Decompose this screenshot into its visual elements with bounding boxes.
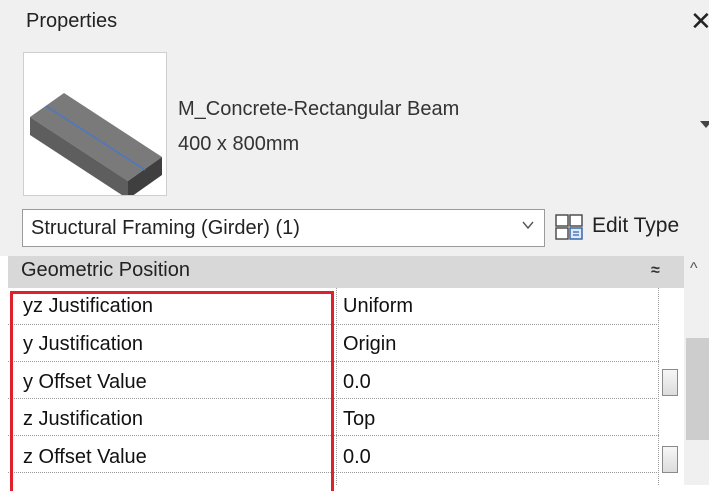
close-icon[interactable]: ✕ xyxy=(690,6,709,36)
scroll-up-arrow-icon[interactable]: ^ xyxy=(690,260,698,278)
chevron-down-icon[interactable] xyxy=(522,219,534,231)
associate-parameter-button[interactable] xyxy=(662,446,678,473)
scrollbar-thumb[interactable] xyxy=(686,338,709,440)
type-name: 400 x 800mm xyxy=(178,133,300,155)
property-value[interactable]: Uniform xyxy=(343,295,413,318)
collapse-group-icon[interactable]: ≈ xyxy=(651,262,660,280)
instance-filter-label: Structural Framing (Girder) (1) xyxy=(31,217,300,239)
column-divider xyxy=(658,288,659,485)
property-value[interactable]: Origin xyxy=(343,333,396,356)
property-value[interactable]: 0.0 xyxy=(343,371,371,394)
associate-parameter-button[interactable] xyxy=(662,369,678,396)
type-thumbnail xyxy=(23,52,167,199)
property-value[interactable]: 0.0 xyxy=(343,446,371,469)
edit-type-button[interactable]: Edit Type xyxy=(592,214,679,238)
highlight-box xyxy=(10,291,334,491)
column-divider[interactable] xyxy=(336,288,337,485)
edit-type-icon[interactable] xyxy=(555,214,585,240)
concrete-beam-thumbnail-icon xyxy=(30,93,162,199)
panel-title: Properties xyxy=(26,10,118,32)
family-name: M_Concrete-Rectangular Beam xyxy=(178,98,460,120)
group-title: Geometric Position xyxy=(21,259,190,281)
property-value[interactable]: Top xyxy=(343,408,375,431)
type-dropdown-arrow-icon[interactable] xyxy=(700,121,709,128)
